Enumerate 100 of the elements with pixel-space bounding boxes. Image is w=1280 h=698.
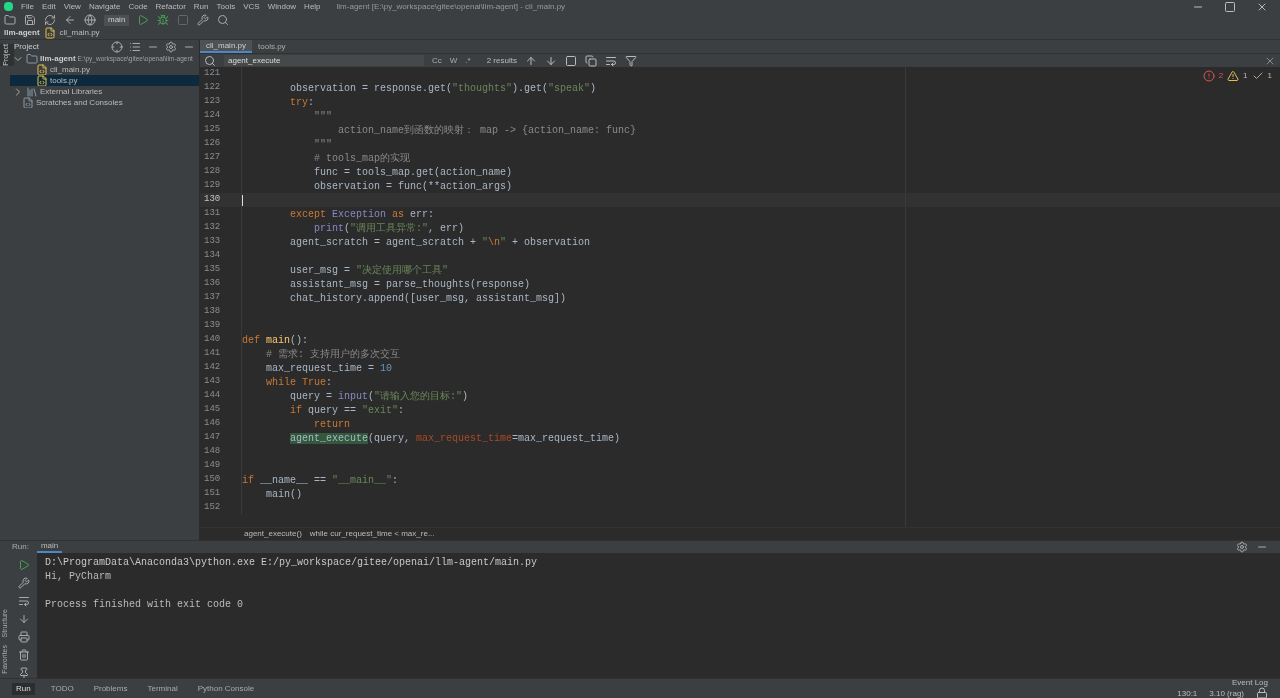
warning-icon bbox=[1227, 70, 1240, 82]
trash-icon[interactable] bbox=[18, 649, 30, 661]
code-token: "thoughts" bbox=[452, 82, 513, 94]
maximize-icon[interactable] bbox=[1224, 0, 1236, 13]
folder-icon[interactable] bbox=[4, 14, 16, 26]
code-token: func = tools_map.get(action_name) bbox=[314, 166, 513, 178]
code-token: observation = func(**action_args) bbox=[314, 180, 513, 192]
run-label: Run: bbox=[12, 541, 29, 553]
code-token: : bbox=[392, 474, 399, 486]
back-icon[interactable] bbox=[64, 14, 76, 26]
line-number: 152 bbox=[203, 501, 222, 515]
copy-icon[interactable] bbox=[584, 54, 597, 67]
arrow-down-icon[interactable] bbox=[544, 54, 557, 67]
check-icon bbox=[1251, 70, 1264, 82]
search-option-toggle[interactable]: W bbox=[449, 54, 458, 67]
event-log-button[interactable]: Event Log bbox=[1231, 678, 1268, 687]
menu-item[interactable]: Edit bbox=[41, 0, 56, 13]
settings-icon[interactable] bbox=[1236, 541, 1248, 553]
line-number: 140 bbox=[203, 333, 222, 347]
breadcrumb-item[interactable]: while cur_request_time < max_re... bbox=[309, 528, 435, 540]
line-number: 134 bbox=[203, 249, 222, 263]
line-number: 123 bbox=[203, 95, 222, 109]
menu-item[interactable]: Help bbox=[304, 0, 321, 13]
code-token: input bbox=[338, 390, 369, 402]
menu-item[interactable]: Code bbox=[128, 0, 148, 13]
pin-icon[interactable] bbox=[18, 667, 30, 679]
line-number: 135 bbox=[203, 263, 222, 277]
line-number: 130 bbox=[203, 193, 222, 207]
menu-item[interactable]: Run bbox=[193, 0, 209, 13]
save-icon[interactable] bbox=[24, 14, 36, 26]
search-option-toggle[interactable]: .* bbox=[465, 54, 471, 67]
code-token: main bbox=[266, 334, 291, 346]
code-token: ) bbox=[462, 390, 469, 402]
rerun-icon[interactable] bbox=[18, 559, 30, 571]
filter-icon[interactable] bbox=[624, 54, 637, 67]
menu-item[interactable]: Window bbox=[267, 0, 297, 13]
globe-icon[interactable] bbox=[84, 14, 96, 26]
menu-item[interactable]: Navigate bbox=[88, 0, 121, 13]
code-token: """ bbox=[314, 138, 333, 150]
breadcrumb-item[interactable]: agent_execute() bbox=[244, 528, 302, 540]
code-token: chat_history.append([user_msg, assistant_msg]) bbox=[290, 292, 567, 304]
line-number: 124 bbox=[203, 109, 222, 123]
menu-item[interactable]: Tools bbox=[216, 0, 236, 13]
tree-item[interactable]: External Libraries bbox=[10, 86, 199, 97]
tree-item[interactable]: Scratches and Consoles bbox=[10, 97, 199, 108]
tool-window-tab[interactable]: Terminal bbox=[143, 682, 182, 695]
caret-position[interactable]: 130:1 bbox=[1177, 688, 1198, 698]
print-icon[interactable] bbox=[18, 631, 30, 643]
line-number: 141 bbox=[203, 347, 222, 361]
tree-label: External Libraries bbox=[40, 86, 103, 97]
tool-window-tab[interactable]: TODO bbox=[46, 682, 78, 695]
scroll-to-end-icon[interactable] bbox=[18, 613, 30, 625]
run-config-dropdown[interactable]: main bbox=[104, 14, 130, 26]
tool-window-tab[interactable]: Run bbox=[12, 682, 35, 695]
search-icon[interactable] bbox=[217, 14, 230, 26]
code-token: ).get( bbox=[512, 82, 549, 94]
editor-tab[interactable]: cli_main.py bbox=[200, 40, 252, 53]
editor-tab[interactable]: tools.py bbox=[252, 40, 292, 53]
file-icon bbox=[36, 75, 48, 86]
code-token: " bbox=[482, 236, 489, 248]
wrench-icon[interactable] bbox=[18, 577, 30, 589]
code-token: try bbox=[290, 96, 309, 108]
breadcrumb-project[interactable]: llm-agent bbox=[4, 27, 40, 39]
library-icon bbox=[26, 86, 38, 97]
wrench-icon[interactable] bbox=[197, 14, 210, 26]
menu-item[interactable]: Refactor bbox=[155, 0, 186, 13]
interpreter-label[interactable]: 3.10 (rag) bbox=[1209, 688, 1244, 698]
sync-icon[interactable] bbox=[44, 14, 56, 26]
inspection-widget[interactable]: 2 1 1 bbox=[1202, 70, 1272, 82]
run-icon[interactable] bbox=[137, 14, 150, 26]
arrow-up-icon[interactable] bbox=[524, 54, 537, 67]
code-token: "决定使用哪个工具" bbox=[356, 264, 449, 276]
project-view-dropdown[interactable]: Project bbox=[14, 40, 39, 53]
lock-icon[interactable] bbox=[1256, 687, 1268, 698]
code-token: except bbox=[290, 208, 328, 220]
code-token: agent_scratch = agent_scratch + bbox=[290, 236, 478, 248]
python-file-icon bbox=[43, 27, 56, 39]
code-token: ( bbox=[368, 390, 375, 402]
code-token: observation = response.get( bbox=[290, 82, 453, 94]
settings-icon[interactable] bbox=[165, 40, 177, 53]
line-number: 127 bbox=[203, 151, 222, 165]
code-token: max_request_time bbox=[416, 432, 513, 444]
error-icon bbox=[1202, 70, 1215, 82]
window-title: llm-agent [E:\py_workspace\gitee\openai\llm-agent] - cli_main.py bbox=[336, 0, 566, 13]
code-token: assistant_msg = parse_thoughts(response) bbox=[290, 278, 531, 290]
search-field[interactable]: agent_execute bbox=[224, 55, 424, 66]
soft-wrap-icon[interactable] bbox=[18, 595, 30, 607]
menu-item[interactable]: View bbox=[63, 0, 81, 13]
menu-item[interactable]: File bbox=[21, 0, 34, 13]
tree-item[interactable]: cli_main.py bbox=[10, 64, 199, 75]
search-option-toggle[interactable]: Cc bbox=[432, 54, 442, 67]
line-number: 121 bbox=[203, 67, 222, 81]
tool-window-tab[interactable]: Problems bbox=[89, 682, 132, 695]
breadcrumb-file[interactable]: cli_main.py bbox=[59, 27, 100, 39]
menu-item[interactable]: VCS bbox=[243, 0, 260, 13]
tree-item[interactable]: tools.py bbox=[10, 75, 199, 86]
debug-icon[interactable] bbox=[157, 14, 170, 26]
wrap-icon[interactable] bbox=[604, 54, 617, 67]
code-token: " bbox=[500, 236, 507, 248]
tool-window-tab[interactable]: Python Console bbox=[193, 682, 259, 695]
